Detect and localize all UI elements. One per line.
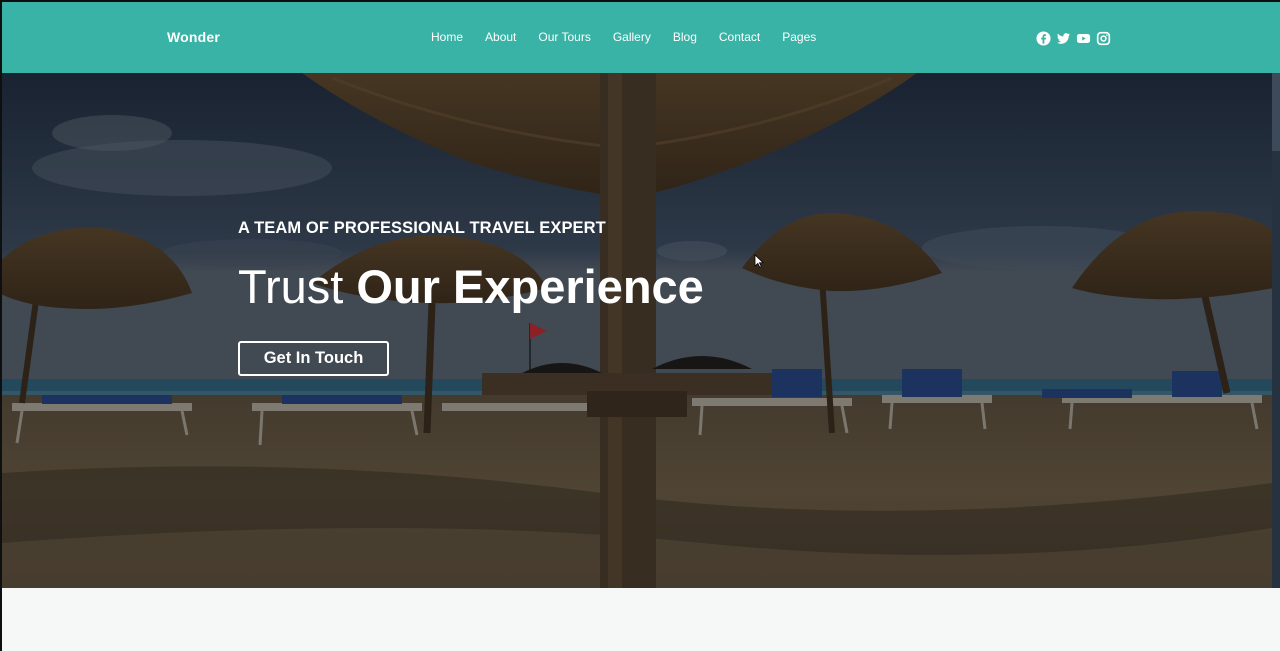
- facebook-icon[interactable]: [1035, 30, 1051, 46]
- nav-item-gallery[interactable]: Gallery: [613, 30, 651, 44]
- social-links: [1035, 30, 1111, 46]
- twitter-icon[interactable]: [1055, 30, 1071, 46]
- nav-item-blog[interactable]: Blog: [673, 30, 697, 44]
- youtube-icon[interactable]: [1075, 30, 1091, 46]
- instagram-icon[interactable]: [1095, 30, 1111, 46]
- mouse-cursor-icon: [754, 254, 764, 268]
- page-scrollbar[interactable]: [1272, 73, 1280, 588]
- hero-headline: Trust Our Experience: [238, 263, 704, 310]
- hero-dark-overlay: [2, 73, 1272, 588]
- nav-item-home[interactable]: Home: [431, 30, 463, 44]
- site-header: Wonder Home About Our Tours Gallery Blog…: [2, 2, 1280, 73]
- nav-item-our-tours[interactable]: Our Tours: [538, 30, 590, 44]
- browser-viewport: Wonder Home About Our Tours Gallery Blog…: [2, 2, 1280, 651]
- next-section: [2, 588, 1280, 651]
- hero-headline-light: Trust: [238, 260, 357, 313]
- nav-item-contact[interactable]: Contact: [719, 30, 760, 44]
- hero-kicker: A TEAM OF PROFESSIONAL TRAVEL EXPERT: [238, 219, 606, 237]
- nav-item-about[interactable]: About: [485, 30, 516, 44]
- nav-item-pages[interactable]: Pages: [782, 30, 816, 44]
- get-in-touch-button[interactable]: Get In Touch: [238, 341, 389, 376]
- brand-logo[interactable]: Wonder: [167, 29, 220, 45]
- hero-headline-bold: Our Experience: [356, 260, 704, 313]
- hero-section: A TEAM OF PROFESSIONAL TRAVEL EXPERT Tru…: [2, 73, 1272, 588]
- main-nav: Home About Our Tours Gallery Blog Contac…: [431, 30, 838, 44]
- scrollbar-thumb[interactable]: [1272, 73, 1280, 151]
